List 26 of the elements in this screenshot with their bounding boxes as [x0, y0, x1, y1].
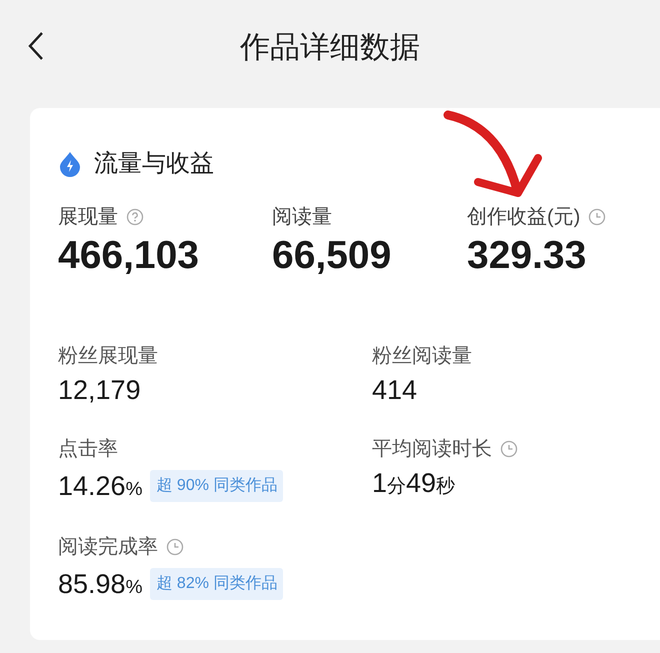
metric-label: 粉丝阅读量: [372, 344, 472, 369]
metric-value: 14.26%: [58, 472, 142, 500]
comparison-badge: 超 90% 同类作品: [150, 470, 284, 502]
section-title: 流量与收益: [94, 149, 214, 179]
metric-value: 66,509: [272, 236, 392, 275]
metric-value: 1分49秒: [372, 470, 456, 497]
clock-icon[interactable]: [588, 208, 606, 226]
clock-icon[interactable]: [500, 440, 518, 458]
metric-label: 展现量: [58, 205, 118, 230]
metric-label: 点击率: [58, 437, 118, 462]
metric-label: 创作收益(元): [467, 205, 580, 230]
metric-value: 414: [372, 377, 418, 404]
bolt-drop-icon: [58, 151, 82, 177]
metric-value: 85.98%: [58, 570, 142, 598]
metric-label: 阅读完成率: [58, 535, 158, 560]
metric-value: 329.33: [467, 236, 588, 275]
metric-value: 12,179: [58, 377, 141, 404]
back-icon: [27, 31, 45, 61]
page-title: 作品详细数据: [240, 30, 420, 66]
metric-value: 466,103: [58, 236, 200, 275]
comparison-badge: 超 82% 同类作品: [150, 568, 284, 600]
help-icon[interactable]: [126, 208, 144, 226]
clock-icon[interactable]: [166, 538, 184, 556]
metric-label: 阅读量: [272, 205, 332, 230]
metric-label: 平均阅读时长: [372, 437, 492, 462]
metric-label: 粉丝展现量: [58, 344, 158, 369]
